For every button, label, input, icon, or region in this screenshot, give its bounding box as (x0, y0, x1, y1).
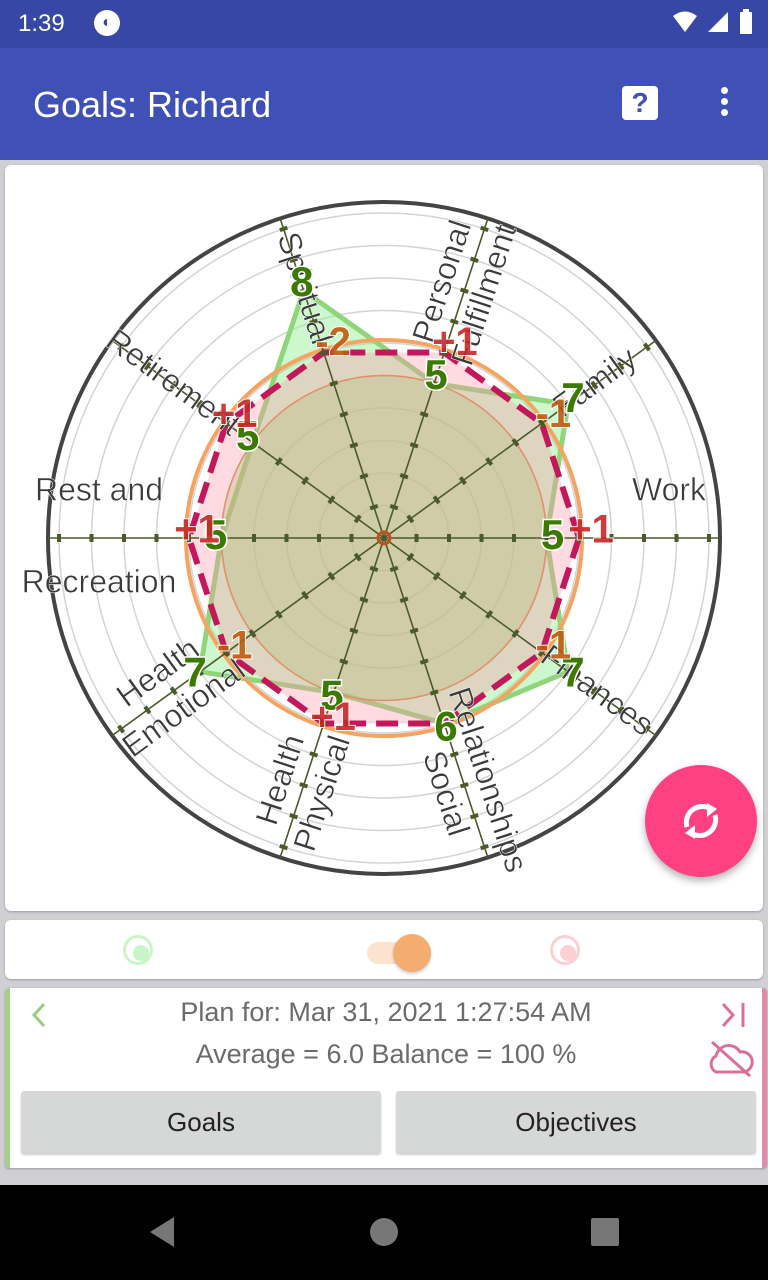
actual-value-label: 7 (183, 648, 206, 695)
axis-tick (369, 503, 379, 511)
axis-tick (419, 411, 429, 418)
change-value-label: +1 (174, 508, 220, 552)
axis-tick (359, 596, 369, 603)
axis-tick (349, 627, 359, 634)
display-toggles (5, 920, 763, 979)
help-icon[interactable]: ? (622, 86, 658, 120)
category-label-text: Work (632, 471, 707, 507)
change-value-label: -1 (536, 623, 572, 667)
change-value-label: -2 (315, 320, 351, 364)
plan-summary: Average = 6.0 Balance = 100 % (195, 1039, 577, 1069)
actual-value-label: 6 (434, 702, 457, 749)
wifi-icon (673, 11, 697, 32)
axis-tick (429, 689, 439, 696)
objectives-button[interactable]: Objectives (396, 1091, 756, 1153)
axis-tick (339, 411, 349, 418)
sync-button[interactable] (645, 765, 757, 877)
plan-info-card: Plan for: Mar 31, 2021 1:27:54 AM Averag… (5, 988, 767, 1168)
plan-toggle[interactable] (550, 935, 580, 965)
skip-to-end-icon[interactable] (719, 1000, 749, 1030)
axis-tick (279, 843, 288, 851)
axis-tick (389, 503, 399, 511)
axis-tick (642, 342, 651, 352)
actual-value-label: 5 (541, 511, 564, 558)
page-title: Goals: Richard (33, 84, 272, 125)
app-bar: Goals: Richard ? (0, 48, 768, 160)
recents-icon[interactable] (589, 1216, 621, 1248)
change-value-label: -1 (217, 623, 253, 667)
more-vert-icon[interactable] (712, 84, 736, 124)
home-icon[interactable] (368, 1216, 400, 1248)
axis-tick (339, 658, 349, 665)
axis-tick (349, 442, 359, 449)
axis-tick (480, 843, 489, 851)
change-value-label: -1 (536, 392, 572, 436)
axis-tick (389, 565, 399, 573)
category-label: PhysicalHealth (248, 730, 357, 856)
cloud-off-icon[interactable] (704, 1038, 756, 1078)
axis-tick (409, 442, 419, 449)
change-value-label: +1 (212, 392, 258, 436)
category-label: Work (632, 471, 708, 508)
category-label: Rest and Recreation (21, 471, 177, 600)
signal-icon (708, 12, 728, 32)
change-value-label: +1 (432, 320, 478, 364)
axis-tick (399, 596, 409, 603)
navigation-bar (0, 1185, 768, 1280)
actual-value-label: 8 (290, 258, 313, 305)
status-bar: 1:39 ◐ (0, 0, 768, 48)
axis-tick (359, 473, 369, 480)
axis-tick (409, 627, 419, 634)
goals-button[interactable]: Goals (21, 1091, 381, 1153)
average-switch[interactable] (367, 934, 431, 972)
axis-tick (419, 658, 429, 665)
change-value-label: +1 (310, 695, 356, 739)
battery-icon (740, 9, 752, 34)
axis-tick (329, 380, 339, 387)
back-icon[interactable] (146, 1215, 178, 1249)
sync-icon (683, 803, 719, 839)
actual-toggle[interactable] (123, 935, 153, 965)
status-time: 1:39 (18, 10, 65, 37)
change-value-label: +1 (568, 508, 614, 552)
axis-tick (279, 225, 288, 233)
app-notification-icon: ◐ (94, 10, 120, 36)
status-icons (672, 8, 754, 36)
category-label-text: Rest and (35, 471, 163, 507)
axis-tick (369, 565, 379, 573)
category-label-text: Recreation (22, 564, 177, 600)
plan-title: Plan for: Mar 31, 2021 1:27:54 AM (180, 997, 592, 1027)
axis-tick (399, 473, 409, 480)
